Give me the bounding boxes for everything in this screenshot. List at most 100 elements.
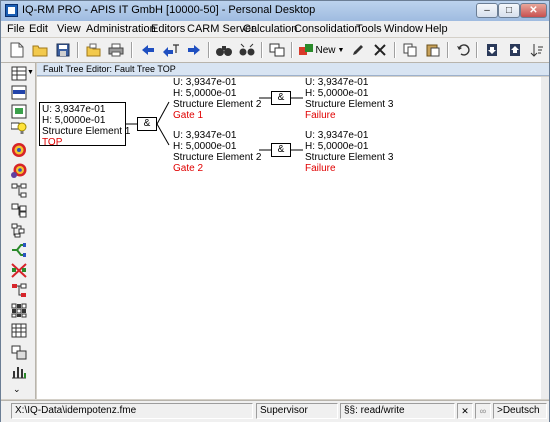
layers-icon[interactable] bbox=[10, 344, 28, 361]
layout-icon[interactable] bbox=[267, 41, 287, 59]
leaf2-label[interactable]: Failure bbox=[305, 163, 336, 174]
toolbar-separator bbox=[208, 42, 210, 58]
title-bar[interactable]: IQ-RM PRO - APIS IT GmbH [10000-50] - Pe… bbox=[1, 1, 549, 22]
fault-tree-canvas[interactable]: U: 3,9347e-01 H: 5,0000e-01 Structure El… bbox=[37, 77, 541, 399]
top-node-name: Structure Element 1 bbox=[42, 126, 131, 137]
undo-icon[interactable] bbox=[453, 41, 473, 59]
new-item-icon[interactable] bbox=[296, 41, 316, 59]
list-view-icon[interactable] bbox=[10, 84, 28, 101]
leaf2-name: Structure Element 3 bbox=[305, 152, 394, 163]
leaf2-h: H: 5,0000e-01 bbox=[305, 141, 369, 152]
menu-file[interactable]: File bbox=[7, 23, 25, 35]
matrix-icon[interactable] bbox=[10, 302, 28, 319]
gate1-name: Structure Element 2 bbox=[173, 99, 262, 110]
menu-view[interactable]: View bbox=[57, 23, 81, 35]
new-document-icon[interactable] bbox=[7, 41, 27, 59]
grid-view-icon[interactable] bbox=[10, 65, 28, 82]
toolbar-separator bbox=[476, 42, 478, 58]
gate1-u: U: 3,9347e-01 bbox=[173, 77, 237, 88]
close-button[interactable]: ✕ bbox=[520, 3, 547, 18]
new-label: New bbox=[315, 44, 336, 56]
arrow-sort-icon[interactable] bbox=[161, 41, 181, 59]
download-icon[interactable] bbox=[482, 41, 502, 59]
menu-editors[interactable]: Editors bbox=[151, 23, 185, 35]
hierarchy-icon[interactable] bbox=[10, 182, 28, 199]
status-bar: X:\IQ-Data\idempotenz.fme Supervisor §§:… bbox=[1, 400, 549, 422]
binoculars-replace-icon[interactable] bbox=[237, 41, 257, 59]
leaf2-u: U: 3,9347e-01 bbox=[305, 130, 369, 141]
export-icon[interactable] bbox=[505, 41, 525, 59]
fork-icon[interactable] bbox=[10, 242, 28, 259]
and-gate-2[interactable]: & bbox=[271, 143, 291, 157]
gate2-label[interactable]: Gate 2 bbox=[173, 163, 203, 174]
status-link-icon[interactable]: ∞ bbox=[475, 403, 491, 419]
and-gate-top[interactable]: & bbox=[137, 117, 157, 131]
gate1-label[interactable]: Gate 1 bbox=[173, 110, 203, 121]
network-icon[interactable] bbox=[10, 262, 28, 279]
import-icon[interactable] bbox=[83, 41, 103, 59]
target-icon[interactable] bbox=[10, 141, 28, 158]
toolbar-separator bbox=[131, 42, 133, 58]
bar-chart-icon[interactable] bbox=[10, 363, 28, 380]
status-close-icon[interactable]: ✕ bbox=[457, 403, 473, 419]
vertical-scrollbar[interactable] bbox=[541, 77, 549, 399]
left-toolbar: ▼ ⌄ bbox=[1, 63, 36, 399]
status-file-path: X:\IQ-Data\idempotenz.fme bbox=[11, 403, 253, 419]
menu-window[interactable]: Window bbox=[384, 23, 423, 35]
new-dropdown-button[interactable]: New ▼ bbox=[315, 41, 345, 59]
binoculars-icon[interactable] bbox=[214, 41, 234, 59]
main-toolbar: New ▼ bbox=[1, 38, 549, 63]
app-window: IQ-RM PRO - APIS IT GmbH [10000-50] - Pe… bbox=[0, 0, 550, 422]
app-logo-icon[interactable] bbox=[5, 4, 18, 17]
maximize-button[interactable]: □ bbox=[498, 3, 520, 18]
top-node-h: H: 5,0000e-01 bbox=[42, 115, 106, 126]
minimize-button[interactable]: – bbox=[476, 3, 498, 18]
copy-icon[interactable] bbox=[400, 41, 420, 59]
toolbar-separator bbox=[447, 42, 449, 58]
menu-calculation[interactable]: Calculation bbox=[243, 23, 297, 35]
lightbulb-icon[interactable] bbox=[10, 120, 28, 137]
menu-edit[interactable]: Edit bbox=[29, 23, 48, 35]
status-user: Supervisor bbox=[256, 403, 338, 419]
menu-tools[interactable]: Tools bbox=[356, 23, 382, 35]
gate2-u: U: 3,9347e-01 bbox=[173, 130, 237, 141]
arrow-right-icon[interactable] bbox=[184, 41, 204, 59]
paste-icon[interactable] bbox=[423, 41, 443, 59]
gate2-h: H: 5,0000e-01 bbox=[173, 141, 237, 152]
tree-icon[interactable] bbox=[10, 202, 28, 219]
menu-administration[interactable]: Administration bbox=[86, 23, 156, 35]
window-title: IQ-RM PRO - APIS IT GmbH [10000-50] - Pe… bbox=[22, 4, 316, 16]
pencil-icon[interactable] bbox=[348, 41, 368, 59]
chevron-down-icon: ▼ bbox=[337, 46, 345, 54]
chevron-down-icon[interactable]: ▼ bbox=[27, 69, 34, 76]
open-folder-icon[interactable] bbox=[30, 41, 50, 59]
leaf1-h: H: 5,0000e-01 bbox=[305, 88, 369, 99]
table-icon[interactable] bbox=[10, 322, 28, 339]
sort-icon[interactable] bbox=[527, 41, 547, 59]
arrow-left-icon[interactable] bbox=[138, 41, 158, 59]
leaf1-u: U: 3,9347e-01 bbox=[305, 77, 369, 88]
delete-icon[interactable] bbox=[370, 41, 390, 59]
save-icon[interactable] bbox=[53, 41, 73, 59]
scroll-down-icon[interactable]: ⌄ bbox=[13, 384, 21, 395]
print-icon[interactable] bbox=[106, 41, 126, 59]
status-language[interactable]: >Deutsch bbox=[493, 403, 547, 419]
hierarchy-red-icon[interactable] bbox=[10, 282, 28, 299]
tree-edit-icon[interactable] bbox=[10, 103, 28, 120]
toolbar-separator bbox=[291, 42, 293, 58]
target-add-icon[interactable] bbox=[10, 161, 28, 178]
leaf1-label[interactable]: Failure bbox=[305, 110, 336, 121]
gate2-name: Structure Element 2 bbox=[173, 152, 262, 163]
menu-bar: File Edit View Administration Editors CA… bbox=[1, 21, 549, 38]
toolbar-separator bbox=[261, 42, 263, 58]
menu-help[interactable]: Help bbox=[425, 23, 448, 35]
top-node-u: U: 3,9347e-01 bbox=[42, 104, 106, 115]
editor-title: Fault Tree Editor: Fault Tree TOP bbox=[37, 63, 549, 76]
and-gate-1[interactable]: & bbox=[271, 91, 291, 105]
top-node-label: TOP bbox=[42, 137, 63, 148]
gate1-h: H: 5,0000e-01 bbox=[173, 88, 237, 99]
tree-small-icon[interactable] bbox=[10, 222, 28, 239]
leaf1-name: Structure Element 3 bbox=[305, 99, 394, 110]
toolbar-separator bbox=[394, 42, 396, 58]
menu-consolidation[interactable]: Consolidation bbox=[294, 23, 361, 35]
